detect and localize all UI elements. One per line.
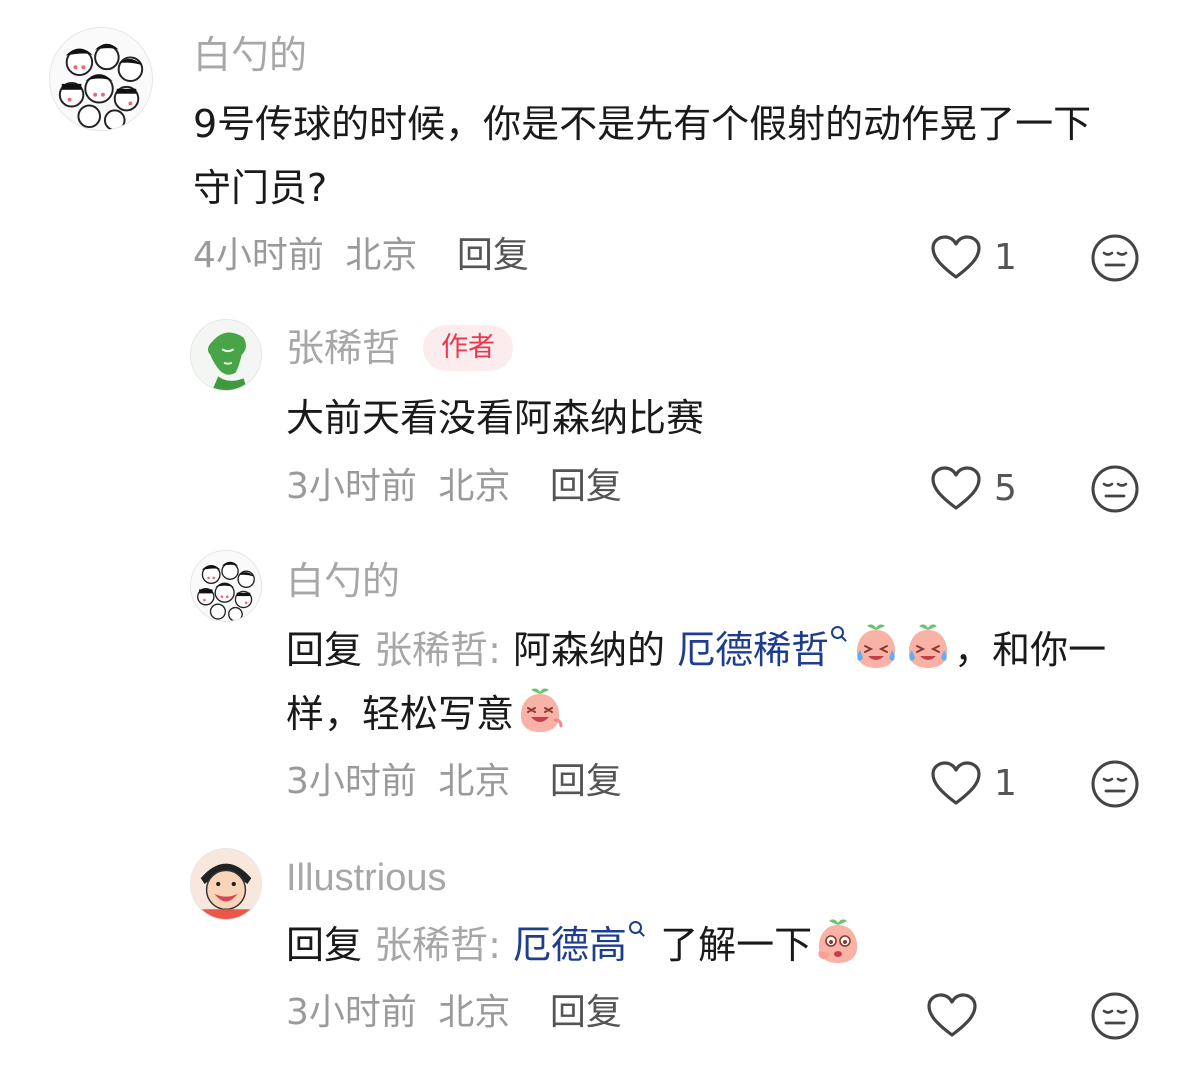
avatar-comic-faces-image [50,28,152,130]
heart-outline-icon [931,761,981,805]
timestamp: 3小时前 [286,992,417,1033]
dislike-button[interactable] [1089,990,1141,1042]
search-link[interactable]: 厄德稀哲 [677,628,829,672]
text-segment: 阿森纳的 [513,628,666,672]
timestamp: 3小时前 [286,466,417,507]
username[interactable]: 白勺的 [193,32,307,78]
avatar-green-portrait-image [191,320,261,390]
location: 北京 [438,992,511,1033]
location: 北京 [438,761,511,802]
dislike-button[interactable] [1089,232,1141,284]
meh-face-icon [1091,760,1139,808]
avatar-cartoon-boy-image [191,849,261,919]
meh-face-icon [1091,465,1139,513]
meh-face-icon [1091,992,1139,1040]
location: 北京 [438,466,511,507]
comment-text: 回复 张稀哲: 厄德高 了解一下 [286,913,1146,977]
like-button[interactable] [926,991,990,1041]
reply-to-user[interactable]: 张稀哲: [374,628,501,672]
reply-to-user[interactable]: 张稀哲: [374,923,501,967]
reply-button[interactable]: 回复 [550,761,622,802]
crying-laughing-peach-emoji [909,624,948,668]
avatar[interactable] [49,27,153,131]
like-button[interactable]: 1 [930,759,1017,809]
comment-item: 张稀哲 作者 大前天看没看阿森纳比赛 3小时前 北京 回复 5 [0,300,1189,540]
comment-text: 9号传球的时候，你是不是先有个假射的动作晃了一下守门员? [193,102,1092,210]
heart-outline-icon [927,993,977,1037]
avatar-comic-faces-image [191,551,261,621]
like-button[interactable]: 1 [930,233,1017,283]
comment-text: 大前天看没看阿森纳比赛 [286,396,705,440]
search-icon [629,921,643,934]
comment-item: 白勺的 9号传球的时候，你是不是先有个假射的动作晃了一下守门员? 4小时前 北京… [0,0,1189,300]
timestamp: 3小时前 [286,761,417,802]
reply-button[interactable]: 回复 [457,235,529,276]
username[interactable]: 张稀哲 [286,325,400,371]
comment-meta: 3小时前 北京 回复 [286,465,622,509]
like-count: 5 [994,468,1017,509]
comment-item: 白勺的 回复 张稀哲: 阿森纳的 厄德稀哲 ，和你一样，轻松写意 3小时前 北京… [0,540,1189,835]
comment-meta: 3小时前 北京 回复 [286,760,622,804]
dislike-button[interactable] [1089,463,1141,515]
comment-text: 回复 张稀哲: 阿森纳的 厄德稀哲 ，和你一样，轻松写意 [286,618,1146,746]
reply-button[interactable]: 回复 [550,992,622,1033]
ogling-peach-emoji [818,919,858,963]
text-segment: 了解一下 [660,923,813,967]
avatar[interactable] [190,550,262,622]
heart-outline-icon [931,466,981,510]
comment-item: Illustrious 回复 张稀哲: 厄德高 了解一下 3小时前 北京 回复 [0,835,1189,1080]
meh-face-icon [1091,234,1139,282]
reply-prefix: 回复 [286,628,363,672]
like-count: 1 [994,237,1017,278]
like-button[interactable]: 5 [930,464,1017,514]
search-icon [831,626,845,639]
laughing-peach-emoji [520,688,563,732]
username[interactable]: Illustrious [286,855,447,901]
avatar[interactable] [190,319,262,391]
timestamp: 4小时前 [193,235,324,276]
search-link[interactable]: 厄德高 [513,923,627,967]
author-badge: 作者 [423,325,513,371]
like-count: 1 [994,763,1017,804]
reply-prefix: 回复 [286,923,363,967]
dislike-button[interactable] [1089,758,1141,810]
crying-laughing-peach-emoji [857,624,896,668]
username[interactable]: 白勺的 [286,558,400,604]
heart-outline-icon [931,235,981,279]
location: 北京 [345,235,418,276]
comment-meta: 4小时前 北京 回复 [193,234,529,278]
avatar[interactable] [190,848,262,920]
reply-button[interactable]: 回复 [550,466,622,507]
comment-meta: 3小时前 北京 回复 [286,991,622,1035]
